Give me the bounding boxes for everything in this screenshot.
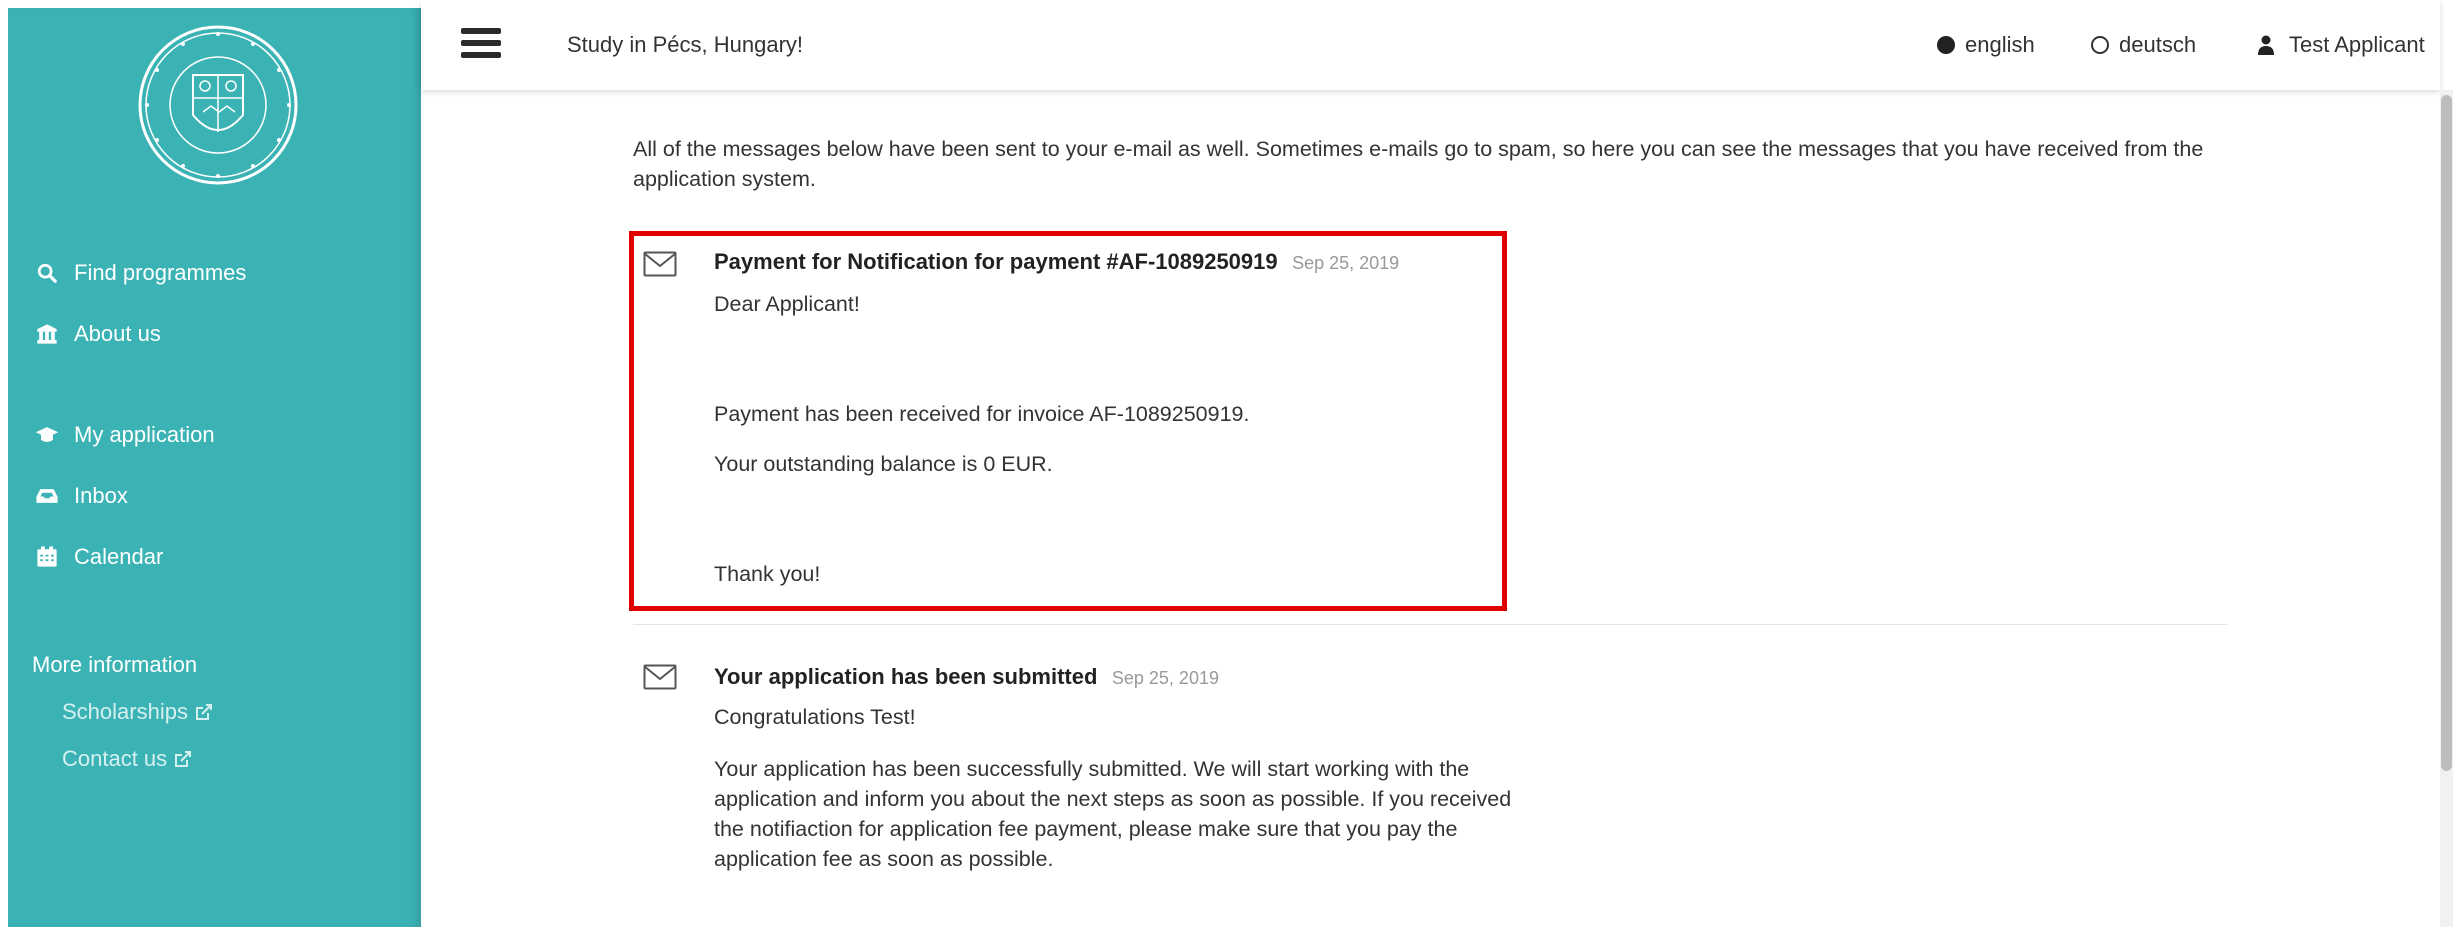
message-header: Your application has been submitted Sep … xyxy=(714,664,1219,690)
sidebar-item-label: Inbox xyxy=(74,483,128,508)
contact-us-link[interactable]: Contact us xyxy=(62,746,193,772)
external-link-icon xyxy=(175,751,192,767)
scholarships-link-label: Scholarships xyxy=(62,699,188,724)
inbox-icon xyxy=(32,484,62,508)
site-title: Study in Pécs, Hungary! xyxy=(567,32,804,57)
sidebar-item-label: About us xyxy=(74,321,161,346)
calendar-icon xyxy=(32,545,62,569)
inbox-intro-text: All of the messages below have been sent… xyxy=(633,137,2204,191)
message-paragraph: Your application has been successfully s… xyxy=(714,757,1512,871)
message-item[interactable]: Payment for Notification for payment #AF… xyxy=(633,249,2223,599)
language-option-deutsch[interactable]: deutsch xyxy=(2091,32,2196,58)
sidebar-item-calendar[interactable]: Calendar xyxy=(32,537,163,577)
message-header: Payment for Notification for payment #AF… xyxy=(714,249,1399,275)
sidebar-item-my-application[interactable]: My application xyxy=(32,415,215,455)
university-seal-logo[interactable] xyxy=(133,20,303,190)
institution-icon xyxy=(32,322,62,346)
message-subject: Payment for Notification for payment #AF… xyxy=(714,249,1278,274)
top-bar: Study in Pécs, Hungary! english deutsch … xyxy=(421,0,2440,90)
language-label: deutsch xyxy=(2119,32,2197,57)
radio-selected-icon xyxy=(1937,36,1955,54)
message-paragraph: Payment has been received for invoice AF… xyxy=(714,402,1250,426)
search-icon xyxy=(32,261,62,285)
message-closing: Thank you! xyxy=(714,562,821,586)
user-menu[interactable]: Test Applicant xyxy=(2257,32,2425,58)
message-greeting: Congratulations Test! xyxy=(714,705,916,729)
message-greeting: Dear Applicant! xyxy=(714,292,860,316)
message-date: Sep 25, 2019 xyxy=(1111,668,1219,688)
sidebar-item-label: My application xyxy=(74,422,215,447)
message-paragraph: Your outstanding balance is 0 EUR. xyxy=(714,452,1053,476)
menu-hamburger-icon[interactable] xyxy=(461,28,501,60)
sidebar: Find programmes About us My application … xyxy=(8,8,421,927)
radio-unselected-icon xyxy=(2091,36,2109,54)
graduation-cap-icon xyxy=(32,423,62,447)
scrollbar-thumb[interactable] xyxy=(2441,95,2452,771)
envelope-icon xyxy=(643,664,677,690)
sidebar-item-inbox[interactable]: Inbox xyxy=(32,476,128,516)
sidebar-item-label: Calendar xyxy=(74,544,164,569)
language-option-english[interactable]: english xyxy=(1937,32,2035,58)
user-icon xyxy=(2258,35,2274,55)
scholarships-link[interactable]: Scholarships xyxy=(62,699,214,725)
more-information-heading: More information xyxy=(32,652,198,677)
contact-us-link-label: Contact us xyxy=(62,746,168,771)
sidebar-item-label: Find programmes xyxy=(74,260,247,285)
message-date: Sep 25, 2019 xyxy=(1292,253,1400,273)
external-link-icon xyxy=(195,704,212,720)
message-subject: Your application has been submitted xyxy=(714,664,1098,689)
sidebar-item-find-programmes[interactable]: Find programmes xyxy=(32,253,246,293)
language-label: english xyxy=(1965,32,2035,57)
user-name: Test Applicant xyxy=(2289,32,2425,57)
message-divider xyxy=(633,624,2227,625)
message-item[interactable]: Your application has been submitted Sep … xyxy=(633,664,2223,884)
envelope-icon xyxy=(643,251,677,277)
sidebar-item-about-us[interactable]: About us xyxy=(32,314,161,354)
